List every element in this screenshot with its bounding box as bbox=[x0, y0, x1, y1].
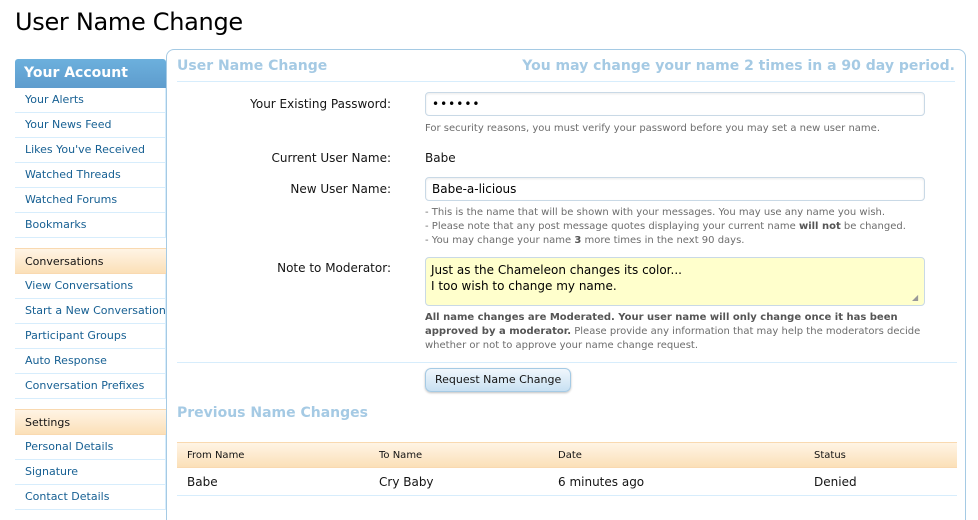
sidebar-header-your-account[interactable]: Your Account bbox=[15, 59, 166, 88]
cell-to-name: Cry Baby bbox=[379, 475, 434, 489]
password-label: Your Existing Password: bbox=[250, 97, 391, 111]
resize-handle-icon[interactable]: ◢ bbox=[912, 294, 920, 302]
note-hint: All name changes are Moderated. Your use… bbox=[425, 311, 930, 353]
new-name-field-wrap: - This is the name that will be shown wi… bbox=[425, 177, 925, 248]
conversations-menu: View Conversations Start a New Conversat… bbox=[15, 274, 166, 399]
hint-2-bold: will not bbox=[798, 221, 841, 232]
sidebar-item-your-alerts[interactable]: Your Alerts bbox=[15, 88, 166, 113]
note-field-wrap: Just as the Chameleon changes its color.… bbox=[425, 257, 930, 353]
cell-status: Denied bbox=[814, 475, 857, 489]
table-row: Babe Cry Baby 6 minutes ago Denied bbox=[177, 468, 957, 496]
sidebar-item-contact-details[interactable]: Contact Details bbox=[15, 485, 166, 510]
new-name-hint-2: - Please note that any post message quot… bbox=[425, 220, 925, 234]
sidebar-item-conversation-prefixes[interactable]: Conversation Prefixes bbox=[15, 374, 166, 399]
table-header: From Name To Name Date Status bbox=[177, 442, 957, 468]
note-line-2: I too wish to change my name. bbox=[431, 279, 617, 293]
cell-date: 6 minutes ago bbox=[558, 475, 645, 489]
sidebar: Your Account Your Alerts Your News Feed … bbox=[15, 59, 166, 510]
new-name-hints: - This is the name that will be shown wi… bbox=[425, 206, 925, 248]
sidebar-section-settings[interactable]: Settings bbox=[15, 409, 166, 435]
sidebar-item-watched-threads[interactable]: Watched Threads bbox=[15, 163, 166, 188]
col-from-name: From Name bbox=[187, 450, 245, 461]
form-header: User Name Change You may change your nam… bbox=[177, 50, 955, 82]
hint-3-text: - You may change your name bbox=[425, 235, 575, 246]
limit-notice: You may change your name 2 times in a 90… bbox=[522, 57, 955, 74]
form-heading: User Name Change bbox=[177, 57, 328, 74]
sidebar-section-conversations[interactable]: Conversations bbox=[15, 248, 166, 274]
password-hint: For security reasons, you must verify yo… bbox=[425, 123, 880, 134]
form-divider bbox=[177, 362, 957, 363]
request-name-change-button[interactable]: Request Name Change bbox=[425, 368, 572, 392]
sidebar-item-watched-forums[interactable]: Watched Forums bbox=[15, 188, 166, 213]
col-to-name: To Name bbox=[379, 450, 423, 461]
hint-2-text: - Please note that any post message quot… bbox=[425, 221, 799, 232]
col-date: Date bbox=[558, 450, 582, 461]
previous-changes-table: From Name To Name Date Status Babe Cry B… bbox=[177, 442, 957, 496]
sidebar-item-news-feed[interactable]: Your News Feed bbox=[15, 113, 166, 138]
cell-from-name: Babe bbox=[187, 475, 218, 489]
current-name-label: Current User Name: bbox=[271, 151, 392, 165]
col-status: Status bbox=[814, 450, 846, 461]
hint-3-end: more times in the next 90 days. bbox=[581, 235, 745, 246]
sidebar-item-signature[interactable]: Signature bbox=[15, 460, 166, 485]
current-name-value: Babe bbox=[425, 151, 456, 165]
sidebar-item-auto-response[interactable]: Auto Response bbox=[15, 349, 166, 374]
new-name-input[interactable] bbox=[425, 177, 925, 201]
password-field[interactable] bbox=[425, 92, 925, 116]
page-title: User Name Change bbox=[15, 8, 243, 36]
sidebar-item-likes-received[interactable]: Likes You've Received bbox=[15, 138, 166, 163]
new-name-hint-3: - You may change your name 3 more times … bbox=[425, 234, 925, 248]
settings-menu: Personal Details Signature Contact Detai… bbox=[15, 435, 166, 510]
sidebar-item-bookmarks[interactable]: Bookmarks bbox=[15, 213, 166, 238]
name-change-panel: User Name Change You may change your nam… bbox=[166, 49, 966, 520]
previous-changes-heading: Previous Name Changes bbox=[177, 405, 369, 421]
new-name-label: New User Name: bbox=[290, 182, 391, 196]
sidebar-item-view-conversations[interactable]: View Conversations bbox=[15, 274, 166, 299]
note-line-1: Just as the Chameleon changes its color.… bbox=[431, 263, 682, 277]
sidebar-item-participant-groups[interactable]: Participant Groups bbox=[15, 324, 166, 349]
password-field-wrap: For security reasons, you must verify yo… bbox=[425, 92, 925, 136]
sidebar-item-personal-details[interactable]: Personal Details bbox=[15, 435, 166, 460]
hint-2-end: be changed. bbox=[840, 221, 906, 232]
sidebar-item-start-conversation[interactable]: Start a New Conversation bbox=[15, 299, 166, 324]
note-label: Note to Moderator: bbox=[277, 261, 391, 275]
account-menu: Your Alerts Your News Feed Likes You've … bbox=[15, 88, 166, 238]
new-name-hint-1: - This is the name that will be shown wi… bbox=[425, 207, 886, 218]
note-textarea[interactable]: Just as the Chameleon changes its color.… bbox=[425, 257, 925, 306]
